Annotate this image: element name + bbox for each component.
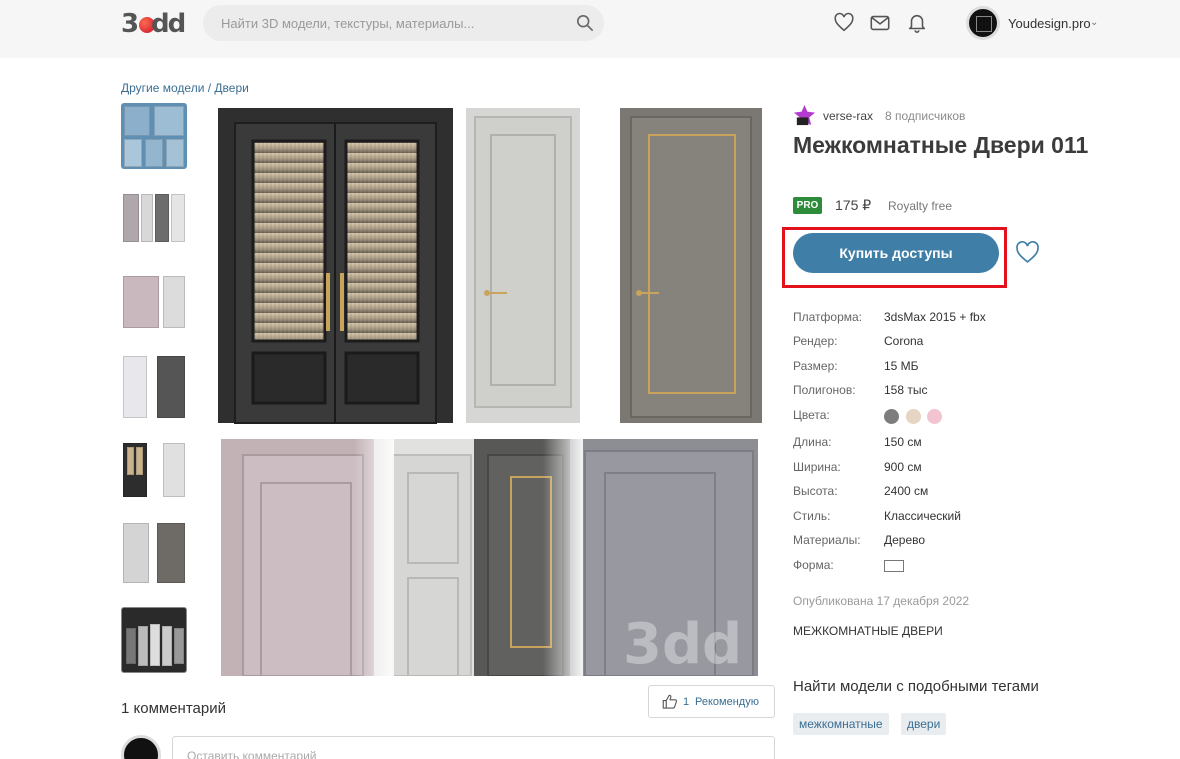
pro-badge: PRO	[793, 197, 822, 214]
spec-row-width: Ширина: 900 см	[793, 460, 922, 474]
breadcrumb-parent-link[interactable]: Другие модели	[121, 81, 204, 95]
spec-row-shape: Форма:	[793, 558, 1123, 576]
style-link[interactable]: Классический	[884, 509, 961, 523]
thumbnail-6[interactable]	[121, 519, 187, 585]
spec-row-length: Длина: 150 см	[793, 435, 922, 449]
watermark-text: 3dd	[623, 612, 742, 676]
top-header: 3dd Youdesign.pro ⌄	[0, 0, 1180, 58]
spec-row-height: Высота: 2400 см	[793, 484, 929, 498]
tag-dveri[interactable]: двери	[901, 713, 947, 735]
category-link[interactable]: МЕЖКОМНАТНЫЕ ДВЕРИ	[793, 624, 943, 638]
rectangle-shape-icon[interactable]	[884, 560, 904, 572]
thumbnail-7-selected[interactable]	[121, 607, 187, 673]
color-swatch-grey[interactable]	[884, 409, 899, 424]
author-avatar-icon[interactable]	[793, 104, 816, 127]
spec-row-colors: Цвета:	[793, 408, 1123, 426]
search-icon[interactable]	[576, 14, 594, 32]
published-date: Опубликована 17 декабря 2022	[793, 594, 970, 608]
buy-access-button[interactable]: Купить доступы	[793, 233, 999, 273]
breadcrumb: Другие модели / Двери	[121, 81, 249, 95]
user-name[interactable]: Youdesign.pro	[1008, 16, 1091, 31]
tag-mezhkomnatnye[interactable]: межкомнатные	[793, 713, 889, 735]
spec-row-polygons: Полигонов: 158 тыс	[793, 383, 928, 397]
material-link[interactable]: Дерево	[884, 533, 925, 547]
breadcrumb-separator: /	[204, 81, 215, 95]
comment-user-avatar	[121, 735, 161, 759]
favorite-heart-icon[interactable]	[1015, 240, 1040, 265]
main-product-image[interactable]: 3dd	[213, 103, 766, 677]
user-avatar[interactable]	[966, 6, 1000, 40]
spec-row-platform: Платформа: 3dsMax 2015 + fbx	[793, 310, 986, 324]
thumbnail-4[interactable]	[121, 352, 187, 418]
recommend-label: Рекомендую	[695, 696, 759, 708]
similar-tags-heading: Найти модели с подобными тегами	[793, 678, 1039, 695]
product-title: Межкомнатные Двери 011	[793, 132, 1089, 158]
thumbnail-3[interactable]	[121, 270, 187, 336]
mail-icon[interactable]	[869, 12, 891, 34]
recommend-button[interactable]: 1 Рекомендую	[648, 685, 775, 718]
color-swatch-beige[interactable]	[906, 409, 921, 424]
comment-input[interactable]	[172, 736, 775, 759]
thumbs-up-icon	[662, 694, 678, 709]
spec-row-style: Стиль: Классический	[793, 509, 961, 523]
spec-row-size: Размер: 15 МБ	[793, 359, 919, 373]
comments-count: 1 комментарий	[121, 700, 226, 717]
author-name-link[interactable]: verse-rax	[823, 109, 873, 123]
chevron-down-icon[interactable]: ⌄	[1090, 17, 1098, 28]
spec-row-materials: Материалы: Дерево	[793, 533, 926, 547]
subscribers-count: 8 подписчиков	[885, 109, 966, 123]
site-logo[interactable]: 3 dd	[121, 9, 186, 39]
recommend-count: 1	[683, 696, 690, 708]
bell-icon[interactable]	[906, 12, 928, 34]
thumbnail-5[interactable]	[121, 437, 187, 503]
spec-row-renderer: Рендер: Corona	[793, 334, 924, 348]
license-type: Royalty free	[888, 199, 953, 213]
thumbnail-1[interactable]	[121, 103, 187, 169]
heart-icon[interactable]	[833, 12, 855, 34]
search-input[interactable]	[221, 5, 561, 41]
color-swatch-pink[interactable]	[927, 409, 942, 424]
search-bar	[203, 5, 604, 41]
thumbnail-2[interactable]	[121, 188, 187, 254]
breadcrumb-current-link[interactable]: Двери	[214, 81, 248, 95]
price: 175 ₽	[835, 197, 872, 213]
doors-preview-image: 3dd	[218, 108, 762, 677]
